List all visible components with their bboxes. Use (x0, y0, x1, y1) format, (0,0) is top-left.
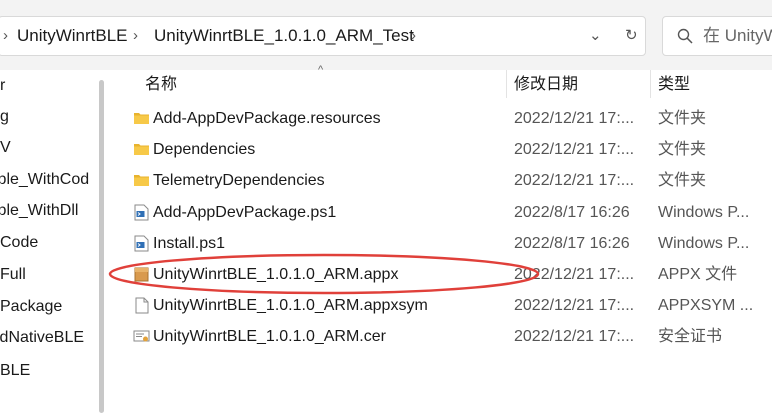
file-type: 文件夹 (658, 110, 707, 127)
file-date: 2022/12/21 17:... (514, 328, 635, 345)
file-name[interactable]: UnityWinrtBLE_1.0.1.0_ARM.cer (153, 321, 386, 352)
file-date: 2022/12/21 17:... (514, 141, 635, 158)
file-name[interactable]: Install.ps1 (153, 228, 225, 259)
nav-item[interactable]: g (0, 103, 9, 131)
nav-item[interactable]: Code (0, 229, 38, 257)
file-name[interactable]: Dependencies (153, 134, 255, 165)
chevron-right-icon[interactable]: › (3, 17, 8, 55)
file-type: Windows P... (658, 204, 750, 221)
search-placeholder[interactable]: 在 UnityW (703, 17, 772, 55)
appx-package-icon (134, 267, 149, 282)
sort-ascending-icon: ^ (318, 64, 324, 76)
file-date: 2022/12/21 17:... (514, 172, 635, 189)
file-row[interactable]: Add-AppDevPackage.ps1 2022/8/17 16:26 Wi… (125, 197, 772, 228)
file-name[interactable]: Add-AppDevPackage.resources (153, 103, 381, 134)
navigation-pane: r g V iple_WithCod iple_WithDll Code Ful… (0, 70, 104, 413)
nav-item[interactable]: Full (0, 261, 26, 289)
nav-item[interactable]: Package (0, 293, 62, 321)
nav-item[interactable]: V (0, 134, 11, 162)
folder-icon (134, 113, 149, 124)
file-name[interactable]: UnityWinrtBLE_1.0.1.0_ARM.appx (153, 259, 398, 290)
nav-scrollbar[interactable] (99, 80, 104, 413)
chevron-right-icon[interactable]: › (133, 17, 138, 55)
file-type: Windows P... (658, 235, 750, 252)
file-row[interactable]: UnityWinrtBLE_1.0.1.0_ARM.appx 2022/12/2… (125, 259, 772, 290)
file-name[interactable]: TelemetryDependencies (153, 165, 325, 196)
nav-item[interactable]: iple_WithCod (0, 166, 89, 194)
file-date: 2022/12/21 17:... (514, 266, 635, 283)
column-header-name[interactable]: 名称 (145, 70, 177, 100)
folder-icon (134, 175, 149, 186)
file-row[interactable]: TelemetryDependencies 2022/12/21 17:... … (125, 165, 772, 196)
refresh-icon[interactable]: ↻ (625, 17, 638, 55)
chevron-right-icon[interactable]: › (411, 17, 416, 55)
file-date: 2022/8/17 16:26 (514, 204, 630, 221)
breadcrumb-item[interactable]: UnityWinrtBLE_1.0.1.0_ARM_Test (154, 17, 414, 55)
column-header-date[interactable]: 修改日期 (514, 70, 578, 100)
file-row[interactable]: UnityWinrtBLE_1.0.1.0_ARM.cer 2022/12/21… (125, 321, 772, 352)
file-date: 2022/8/17 16:26 (514, 235, 630, 252)
address-bar[interactable]: › UnityWinrtBLE › UnityWinrtBLE_1.0.1.0_… (0, 16, 646, 56)
file-date: 2022/12/21 17:... (514, 297, 635, 314)
nav-item[interactable]: BLE (0, 357, 30, 385)
file-date: 2022/12/21 17:... (514, 110, 635, 127)
file-type: 文件夹 (658, 172, 707, 189)
file-row[interactable]: Install.ps1 2022/8/17 16:26 Windows P... (125, 228, 772, 259)
column-divider[interactable] (650, 70, 651, 98)
certificate-icon (133, 330, 150, 342)
file-type: APPX 文件 (658, 266, 738, 283)
search-icon (677, 28, 693, 44)
generic-file-icon (135, 297, 149, 314)
powershell-script-icon (134, 235, 149, 252)
column-divider[interactable] (506, 70, 507, 98)
folder-icon (134, 144, 149, 155)
file-row[interactable]: UnityWinrtBLE_1.0.1.0_ARM.appxsym 2022/1… (125, 290, 772, 321)
powershell-script-icon (134, 204, 149, 221)
breadcrumb-item[interactable]: UnityWinrtBLE (17, 17, 128, 55)
column-header-type[interactable]: 类型 (658, 70, 690, 100)
search-box[interactable]: 在 UnityW (662, 16, 772, 56)
nav-item[interactable]: idNativeBLE (0, 324, 84, 352)
file-row[interactable]: Dependencies 2022/12/21 17:... 文件夹 (125, 134, 772, 165)
file-type: 安全证书 (658, 328, 723, 345)
file-name[interactable]: UnityWinrtBLE_1.0.1.0_ARM.appxsym (153, 290, 428, 321)
chevron-down-icon[interactable]: ⌄ (589, 17, 602, 55)
file-row[interactable]: Add-AppDevPackage.resources 2022/12/21 1… (125, 103, 772, 134)
nav-item[interactable]: iple_WithDll (0, 197, 78, 225)
file-type: APPXSYM ... (658, 297, 754, 314)
file-type: 文件夹 (658, 141, 707, 158)
nav-item[interactable]: r (0, 72, 5, 100)
file-name[interactable]: Add-AppDevPackage.ps1 (153, 197, 336, 228)
